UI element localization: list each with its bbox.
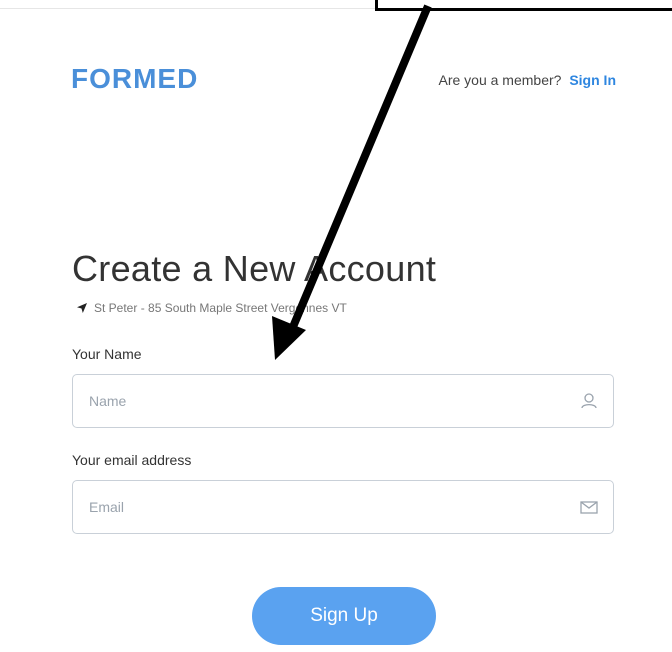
- annotation-arrow: [272, 4, 432, 360]
- page-title: Create a New Account: [72, 248, 437, 289]
- email-label: Your email address: [72, 452, 192, 468]
- name-label: Your Name: [72, 346, 142, 362]
- formed-logo[interactable]: FORMED: [71, 63, 198, 95]
- email-field[interactable]: [72, 480, 614, 534]
- name-field[interactable]: [72, 374, 614, 428]
- sign-in-link[interactable]: Sign In: [569, 72, 616, 88]
- callout-box: [375, 0, 672, 11]
- sign-up-button[interactable]: Sign Up: [252, 587, 436, 645]
- email-input[interactable]: [87, 498, 579, 516]
- location-arrow-icon: [77, 303, 87, 313]
- user-icon: [581, 393, 597, 409]
- member-prompt-text: Are you a member?: [438, 72, 562, 88]
- name-input[interactable]: [87, 392, 579, 410]
- member-prompt: Are you a member? Sign In: [438, 72, 616, 88]
- parish-location: St Peter - 85 South Maple Street Vergenn…: [76, 301, 347, 315]
- location-text: St Peter - 85 South Maple Street Vergenn…: [94, 301, 347, 315]
- envelope-icon: [580, 501, 598, 514]
